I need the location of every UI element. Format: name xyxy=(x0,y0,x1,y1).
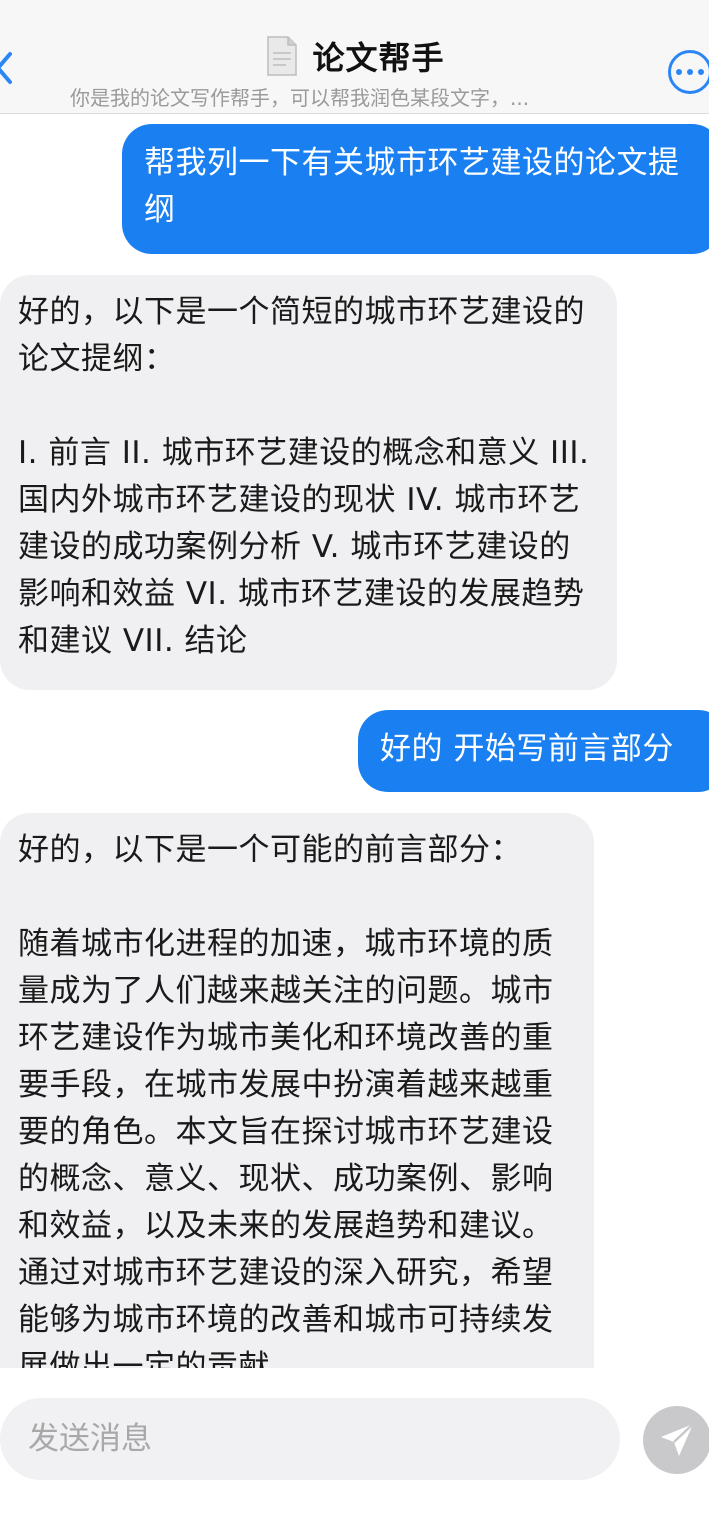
more-horizontal-icon xyxy=(687,69,693,75)
message-input[interactable] xyxy=(28,1421,592,1457)
composer xyxy=(0,1368,709,1536)
message-list[interactable]: 帮我列一下有关城市环艺建设的论文提纲 好的，以下是一个简短的城市环艺建设的论文提… xyxy=(0,115,709,1368)
user-message: 好的 开始写前言部分 xyxy=(358,710,709,792)
message-input-container[interactable] xyxy=(0,1398,620,1480)
chat-header: 论文帮手 你是我的论文写作帮手，可以帮我润色某段文字，... xyxy=(0,0,709,114)
document-icon xyxy=(267,36,298,76)
title-row: 论文帮手 xyxy=(0,30,709,82)
chat-title: 论文帮手 xyxy=(312,39,445,77)
assistant-message: 好的，以下是一个简短的城市环艺建设的论文提纲： I. 前言 II. 城市环艺建设… xyxy=(0,275,617,690)
assistant-message: 好的，以下是一个可能的前言部分： 随着城市化进程的加速，城市环境的质量成为了人们… xyxy=(0,813,594,1368)
more-horizontal-icon xyxy=(698,69,704,75)
chat-subtitle: 你是我的论文写作帮手，可以帮我润色某段文字，... xyxy=(70,86,530,110)
send-button[interactable] xyxy=(643,1406,709,1474)
user-message: 帮我列一下有关城市环艺建设的论文提纲 xyxy=(122,124,709,254)
more-button[interactable] xyxy=(668,50,709,94)
send-icon xyxy=(661,1423,694,1456)
more-horizontal-icon xyxy=(676,69,682,75)
